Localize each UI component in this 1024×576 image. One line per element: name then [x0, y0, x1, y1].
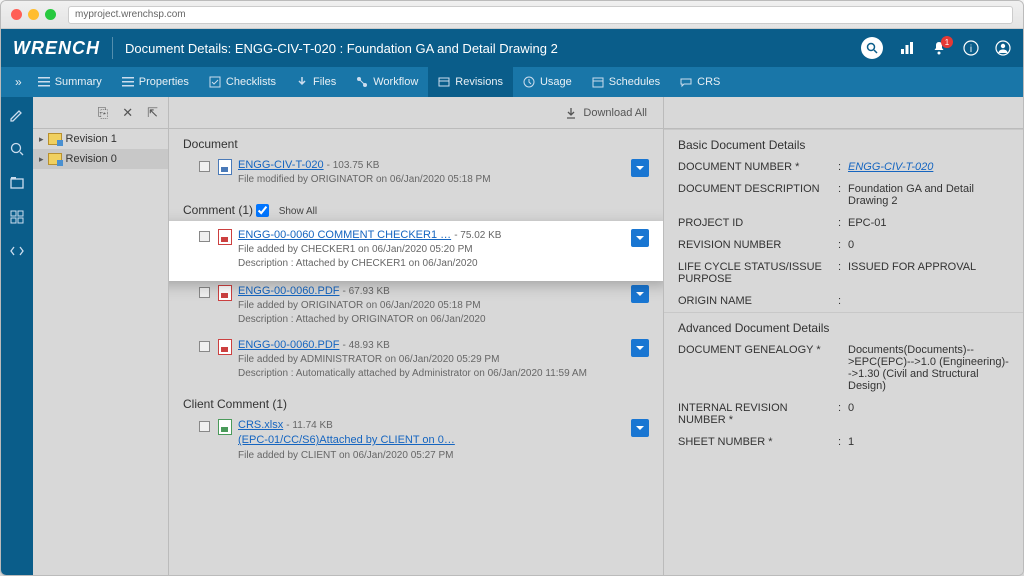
file-link[interactable]: ENGG-00-0060.PDF [238, 339, 339, 351]
file-row: CRS.xlsx - 11.74 KB (EPC-01/CC/S6)Attach… [169, 415, 663, 470]
tabs-scroll-left[interactable]: » [9, 75, 28, 89]
info-icon[interactable]: i [963, 40, 979, 56]
checkbox[interactable] [199, 287, 210, 298]
checkbox[interactable] [199, 341, 210, 352]
file-row-highlighted: ENGG-00-0060 COMMENT CHECKER1 … - 75.02 … [169, 221, 663, 281]
file-link[interactable]: ENGG-00-0060 COMMENT CHECKER1 … [238, 229, 451, 241]
file-menu-button[interactable] [631, 229, 649, 247]
tab-checklists[interactable]: Checklists [199, 67, 286, 97]
file-link[interactable]: ENGG-00-0060.PDF [238, 285, 339, 297]
svg-text:i: i [970, 44, 972, 55]
checkbox[interactable] [199, 231, 210, 242]
user-icon[interactable] [995, 40, 1011, 56]
grid-icon[interactable] [9, 209, 25, 225]
bell-icon[interactable]: 1 [931, 40, 947, 56]
close-window-icon[interactable] [11, 9, 22, 20]
show-all-checkbox[interactable] [256, 204, 269, 217]
checkbox[interactable] [199, 161, 210, 172]
tab-workflow[interactable]: Workflow [346, 67, 428, 97]
tab-usage[interactable]: Usage [513, 67, 582, 97]
window-controls[interactable] [11, 9, 56, 20]
tab-summary[interactable]: Summary [28, 67, 112, 97]
tab-files[interactable]: Files [286, 67, 346, 97]
left-rail [1, 97, 33, 575]
export-icon[interactable]: ⇱ [147, 105, 158, 121]
download-all-button[interactable]: Download All [565, 107, 647, 119]
maximize-window-icon[interactable] [45, 9, 56, 20]
file-link[interactable]: ENGG-CIV-T-020 [238, 159, 324, 171]
word-file-icon [218, 159, 232, 175]
file-link[interactable]: CRS.xlsx [238, 419, 283, 431]
checkbox[interactable] [199, 421, 210, 432]
tab-schedules[interactable]: Schedules [582, 67, 670, 97]
copy-icon[interactable]: ⎘ [98, 105, 108, 121]
pdf-file-icon [218, 285, 232, 301]
pdf-file-icon [218, 229, 232, 245]
details-panel: Basic Document Details DOCUMENT NUMBER *… [663, 97, 1023, 575]
excel-file-icon [218, 419, 232, 435]
main-panel: Download All Document ENGG-CIV-T-020 - 1… [169, 97, 663, 575]
section-document: Document [169, 129, 663, 155]
code-icon[interactable] [9, 243, 25, 259]
revision-item[interactable]: ▸Revision 0 [33, 149, 168, 169]
browser-chrome: myproject.wrenchsp.com [1, 1, 1023, 29]
section-client-comment: Client Comment (1) [169, 389, 663, 415]
file-menu-button[interactable] [631, 339, 649, 357]
folder-icon[interactable] [9, 175, 25, 191]
app-logo: WRENCH [13, 38, 100, 59]
tab-revisions[interactable]: Revisions [428, 67, 513, 97]
revision-list: ⎘ ✕ ⇱ ▸Revision 1 ▸Revision 0 [33, 97, 169, 575]
tab-properties[interactable]: Properties [112, 67, 199, 97]
close-icon[interactable]: ✕ [122, 105, 133, 121]
file-row: ENGG-CIV-T-020 - 103.75 KB File modified… [169, 155, 663, 195]
file-menu-button[interactable] [631, 159, 649, 177]
file-menu-button[interactable] [631, 285, 649, 303]
file-row: ENGG-00-0060.PDF - 67.93 KB File added b… [169, 281, 663, 335]
pdf-file-icon [218, 339, 232, 355]
doc-number-link[interactable]: ENGG-CIV-T-020 [848, 161, 933, 173]
search-icon[interactable] [9, 141, 25, 157]
tab-crs[interactable]: CRS [670, 67, 730, 97]
edit-icon[interactable] [9, 107, 25, 123]
minimize-window-icon[interactable] [28, 9, 39, 20]
chart-icon[interactable] [899, 40, 915, 56]
file-menu-button[interactable] [631, 419, 649, 437]
url-bar[interactable]: myproject.wrenchsp.com [68, 6, 1013, 24]
section-comment: Comment (1) Show All [169, 195, 663, 221]
tab-bar: » Summary Properties Checklists Files Wo… [1, 67, 1023, 97]
app-header: WRENCH Document Details: ENGG-CIV-T-020 … [1, 29, 1023, 67]
file-row: ENGG-00-0060.PDF - 48.93 KB File added b… [169, 335, 663, 389]
basic-details-heading: Basic Document Details [664, 129, 1023, 156]
page-title: Document Details: ENGG-CIV-T-020 : Found… [125, 41, 558, 56]
search-button[interactable] [861, 37, 883, 59]
notification-badge: 1 [941, 36, 953, 48]
revision-item[interactable]: ▸Revision 1 [33, 129, 168, 149]
advanced-details-heading: Advanced Document Details [664, 312, 1023, 339]
